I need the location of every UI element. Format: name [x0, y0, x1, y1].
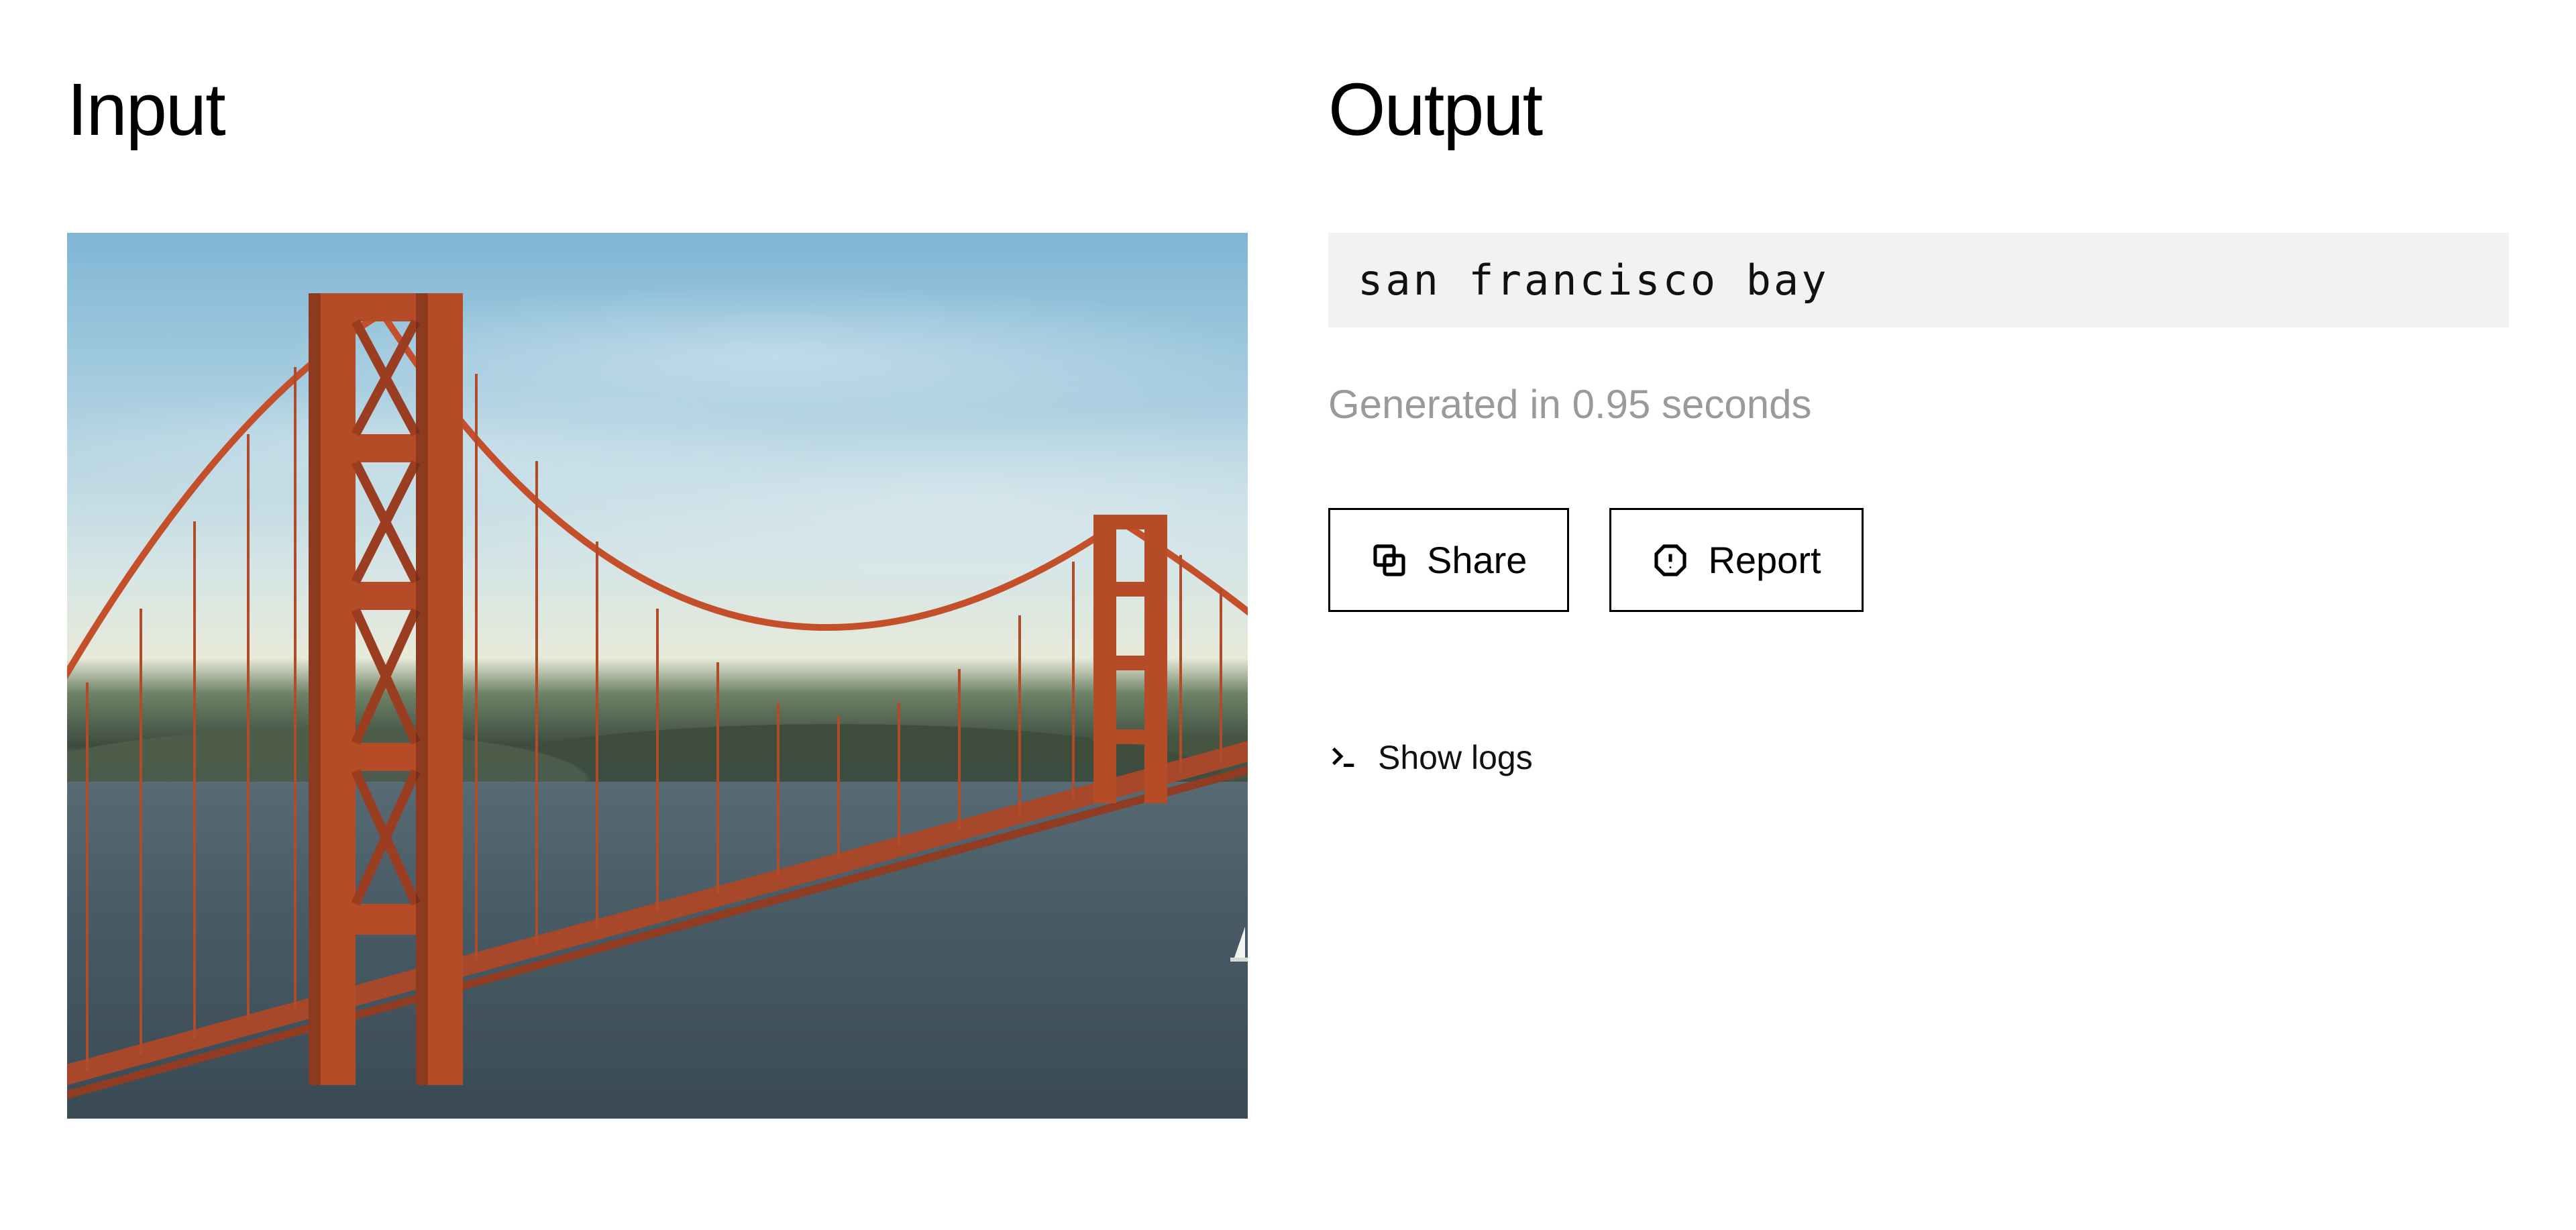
generated-in-label: Generated in 0.95 seconds — [1328, 381, 2509, 427]
show-logs-label: Show logs — [1378, 738, 1533, 777]
output-result-text: san francisco bay — [1328, 233, 2509, 327]
golden-gate-bridge-illustration — [67, 233, 1248, 1119]
show-logs-toggle[interactable]: Show logs — [1328, 733, 1533, 782]
input-column: Input — [67, 67, 1248, 1119]
share-button-label: Share — [1427, 538, 1527, 582]
input-title: Input — [67, 67, 1248, 152]
output-title: Output — [1328, 67, 2509, 152]
output-column: Output san francisco bay Generated in 0.… — [1328, 67, 2509, 1119]
input-image[interactable] — [67, 233, 1248, 1119]
share-button[interactable]: Share — [1328, 508, 1569, 612]
io-panel: Input — [0, 0, 2576, 1186]
output-actions: Share Report — [1328, 508, 2509, 612]
report-button-label: Report — [1708, 538, 1821, 582]
report-button[interactable]: Report — [1609, 508, 1863, 612]
terminal-icon — [1328, 742, 1359, 773]
report-icon — [1652, 542, 1689, 579]
share-icon — [1371, 542, 1408, 579]
